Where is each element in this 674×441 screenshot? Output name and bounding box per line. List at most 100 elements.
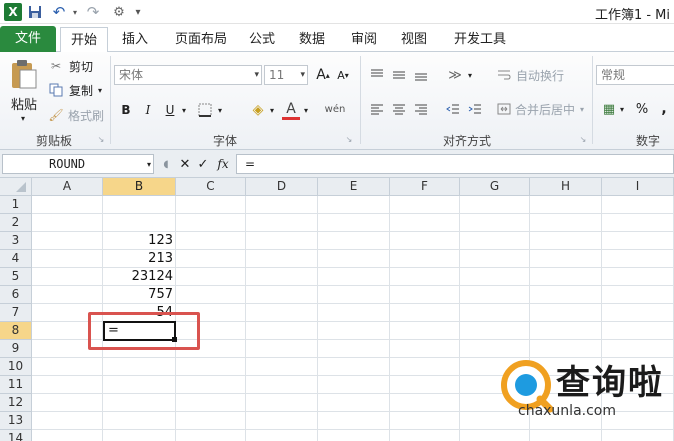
alignment-launcher-icon[interactable]: ↘ [578,134,588,144]
paste-dropdown-icon[interactable]: ▾ [18,112,28,124]
align-left-icon[interactable] [368,100,386,118]
decrease-indent-icon[interactable] [444,100,462,118]
cell-b6[interactable]: 757 [103,286,176,304]
tab-formulas[interactable]: 公式 [242,27,282,52]
row-header-3[interactable]: 3 [0,232,32,250]
row-header-4[interactable]: 4 [0,250,32,268]
orientation-dropdown-icon[interactable]: ▾ [466,66,474,84]
cell-b4[interactable]: 213 [103,250,176,268]
column-header-a[interactable]: A [32,178,103,196]
cut-button[interactable]: 剪切 [66,58,96,74]
paste-button[interactable]: 粘贴 [8,94,40,113]
group-separator [592,56,593,144]
tab-view[interactable]: 视图 [394,27,434,52]
font-launcher-icon[interactable]: ↘ [344,134,354,144]
row-header-5[interactable]: 5 [0,268,32,286]
borders-icon[interactable] [196,100,214,120]
paste-icon[interactable] [6,56,42,92]
format-painter-button[interactable]: 格式刷 [66,107,106,123]
percent-button[interactable]: % [634,100,650,118]
align-center-icon[interactable] [390,100,408,118]
quick-access-menu-icon[interactable]: ▾ [132,3,144,21]
font-name-value: 宋体 [119,68,144,82]
column-header-g[interactable]: G [460,178,530,196]
font-color-button[interactable]: A [282,100,300,120]
excel-logo-icon[interactable]: X [4,3,22,21]
borders-dropdown-icon[interactable]: ▾ [216,100,224,120]
comma-button[interactable]: , [658,100,670,118]
font-size-select[interactable]: 11 ▾ [264,65,308,85]
save-icon[interactable] [26,3,44,21]
font-color-dropdown-icon[interactable]: ▾ [302,100,310,120]
increase-indent-icon[interactable] [466,100,484,118]
cell-b5[interactable]: 23124 [103,268,176,286]
clipboard-launcher-icon[interactable]: ↘ [96,134,106,144]
row-header-14[interactable]: 14 [0,430,32,441]
orientation-icon[interactable]: ≫ [444,66,466,84]
align-right-icon[interactable] [412,100,430,118]
name-box[interactable]: ROUND [2,154,154,174]
align-top-icon[interactable] [368,66,386,84]
align-bottom-icon[interactable] [412,66,430,84]
row-header-9[interactable]: 9 [0,340,32,358]
column-header-f[interactable]: F [390,178,460,196]
underline-button[interactable]: U [162,100,178,120]
currency-icon[interactable]: ▦ [600,100,618,118]
row-header-1[interactable]: 1 [0,196,32,214]
copy-dropdown-icon[interactable]: ▾ [96,82,104,98]
font-size-dropdown-icon[interactable]: ▾ [300,66,305,84]
cell-b3[interactable]: 123 [103,232,176,250]
fill-color-dropdown-icon[interactable]: ▾ [268,100,276,120]
fill-color-icon[interactable]: ◈ [248,100,268,120]
redo-icon[interactable]: ↷ [82,3,104,21]
tab-data[interactable]: 数据 [292,27,332,52]
row-header-6[interactable]: 6 [0,286,32,304]
tab-insert[interactable]: 插入 [112,27,158,52]
column-header-b[interactable]: B [103,178,176,196]
ribbon-tabs: 文件 开始 插入 页面布局 公式 数据 审阅 视图 开发工具 [0,24,674,53]
column-header-i[interactable]: I [602,178,674,196]
font-name-dropdown-icon[interactable]: ▾ [254,66,259,84]
copy-button[interactable]: 复制 [66,82,96,98]
undo-dropdown-icon[interactable]: ▾ [70,3,80,21]
formula-input[interactable]: = [236,154,674,174]
italic-button[interactable]: I [140,100,156,120]
number-format-select[interactable]: 常规 [596,65,674,85]
align-middle-icon[interactable] [390,66,408,84]
undo-icon[interactable]: ↶ [48,3,70,21]
column-header-h[interactable]: H [530,178,602,196]
row-header-13[interactable]: 13 [0,412,32,430]
row-header-7[interactable]: 7 [0,304,32,322]
grow-font-button[interactable]: A ▴ [314,65,332,85]
merge-dropdown-icon[interactable]: ▾ [578,100,586,118]
column-header-d[interactable]: D [246,178,318,196]
name-box-dropdown-icon[interactable]: ▾ [144,154,154,174]
insert-function-icon[interactable]: fx [213,154,233,174]
tab-file[interactable]: 文件 [0,26,56,52]
column-header-e[interactable]: E [318,178,390,196]
shrink-font-button[interactable]: A ▾ [334,65,352,85]
customize-icon[interactable]: ⚙ [110,3,128,21]
font-name-select[interactable]: 宋体 ▾ [114,65,262,85]
wrap-text-button[interactable]: 自动换行 [514,66,566,84]
enter-icon[interactable]: ✓ [194,154,212,174]
row-header-11[interactable]: 11 [0,376,32,394]
phonetic-guide-button[interactable]: wén [322,98,348,120]
select-all-button[interactable] [0,178,32,196]
cancel-icon[interactable]: ✕ [176,154,194,174]
grow-font-label: A [316,67,326,83]
tab-home[interactable]: 开始 [60,27,108,53]
column-header-c[interactable]: C [176,178,246,196]
underline-dropdown-icon[interactable]: ▾ [180,100,188,120]
row-header-8[interactable]: 8 [0,322,32,340]
currency-dropdown-icon[interactable]: ▾ [618,100,626,118]
row-header-2[interactable]: 2 [0,214,32,232]
bold-button[interactable]: B [118,100,134,120]
row-header-12[interactable]: 12 [0,394,32,412]
merge-center-button[interactable]: 合并后居中 [514,100,576,118]
formula-bar: ROUND ▾ ◖ ✕ ✓ fx = [0,150,674,178]
tab-developer[interactable]: 开发工具 [446,27,514,52]
tab-page-layout[interactable]: 页面布局 [164,27,238,52]
tab-review[interactable]: 审阅 [344,27,384,52]
row-header-10[interactable]: 10 [0,358,32,376]
